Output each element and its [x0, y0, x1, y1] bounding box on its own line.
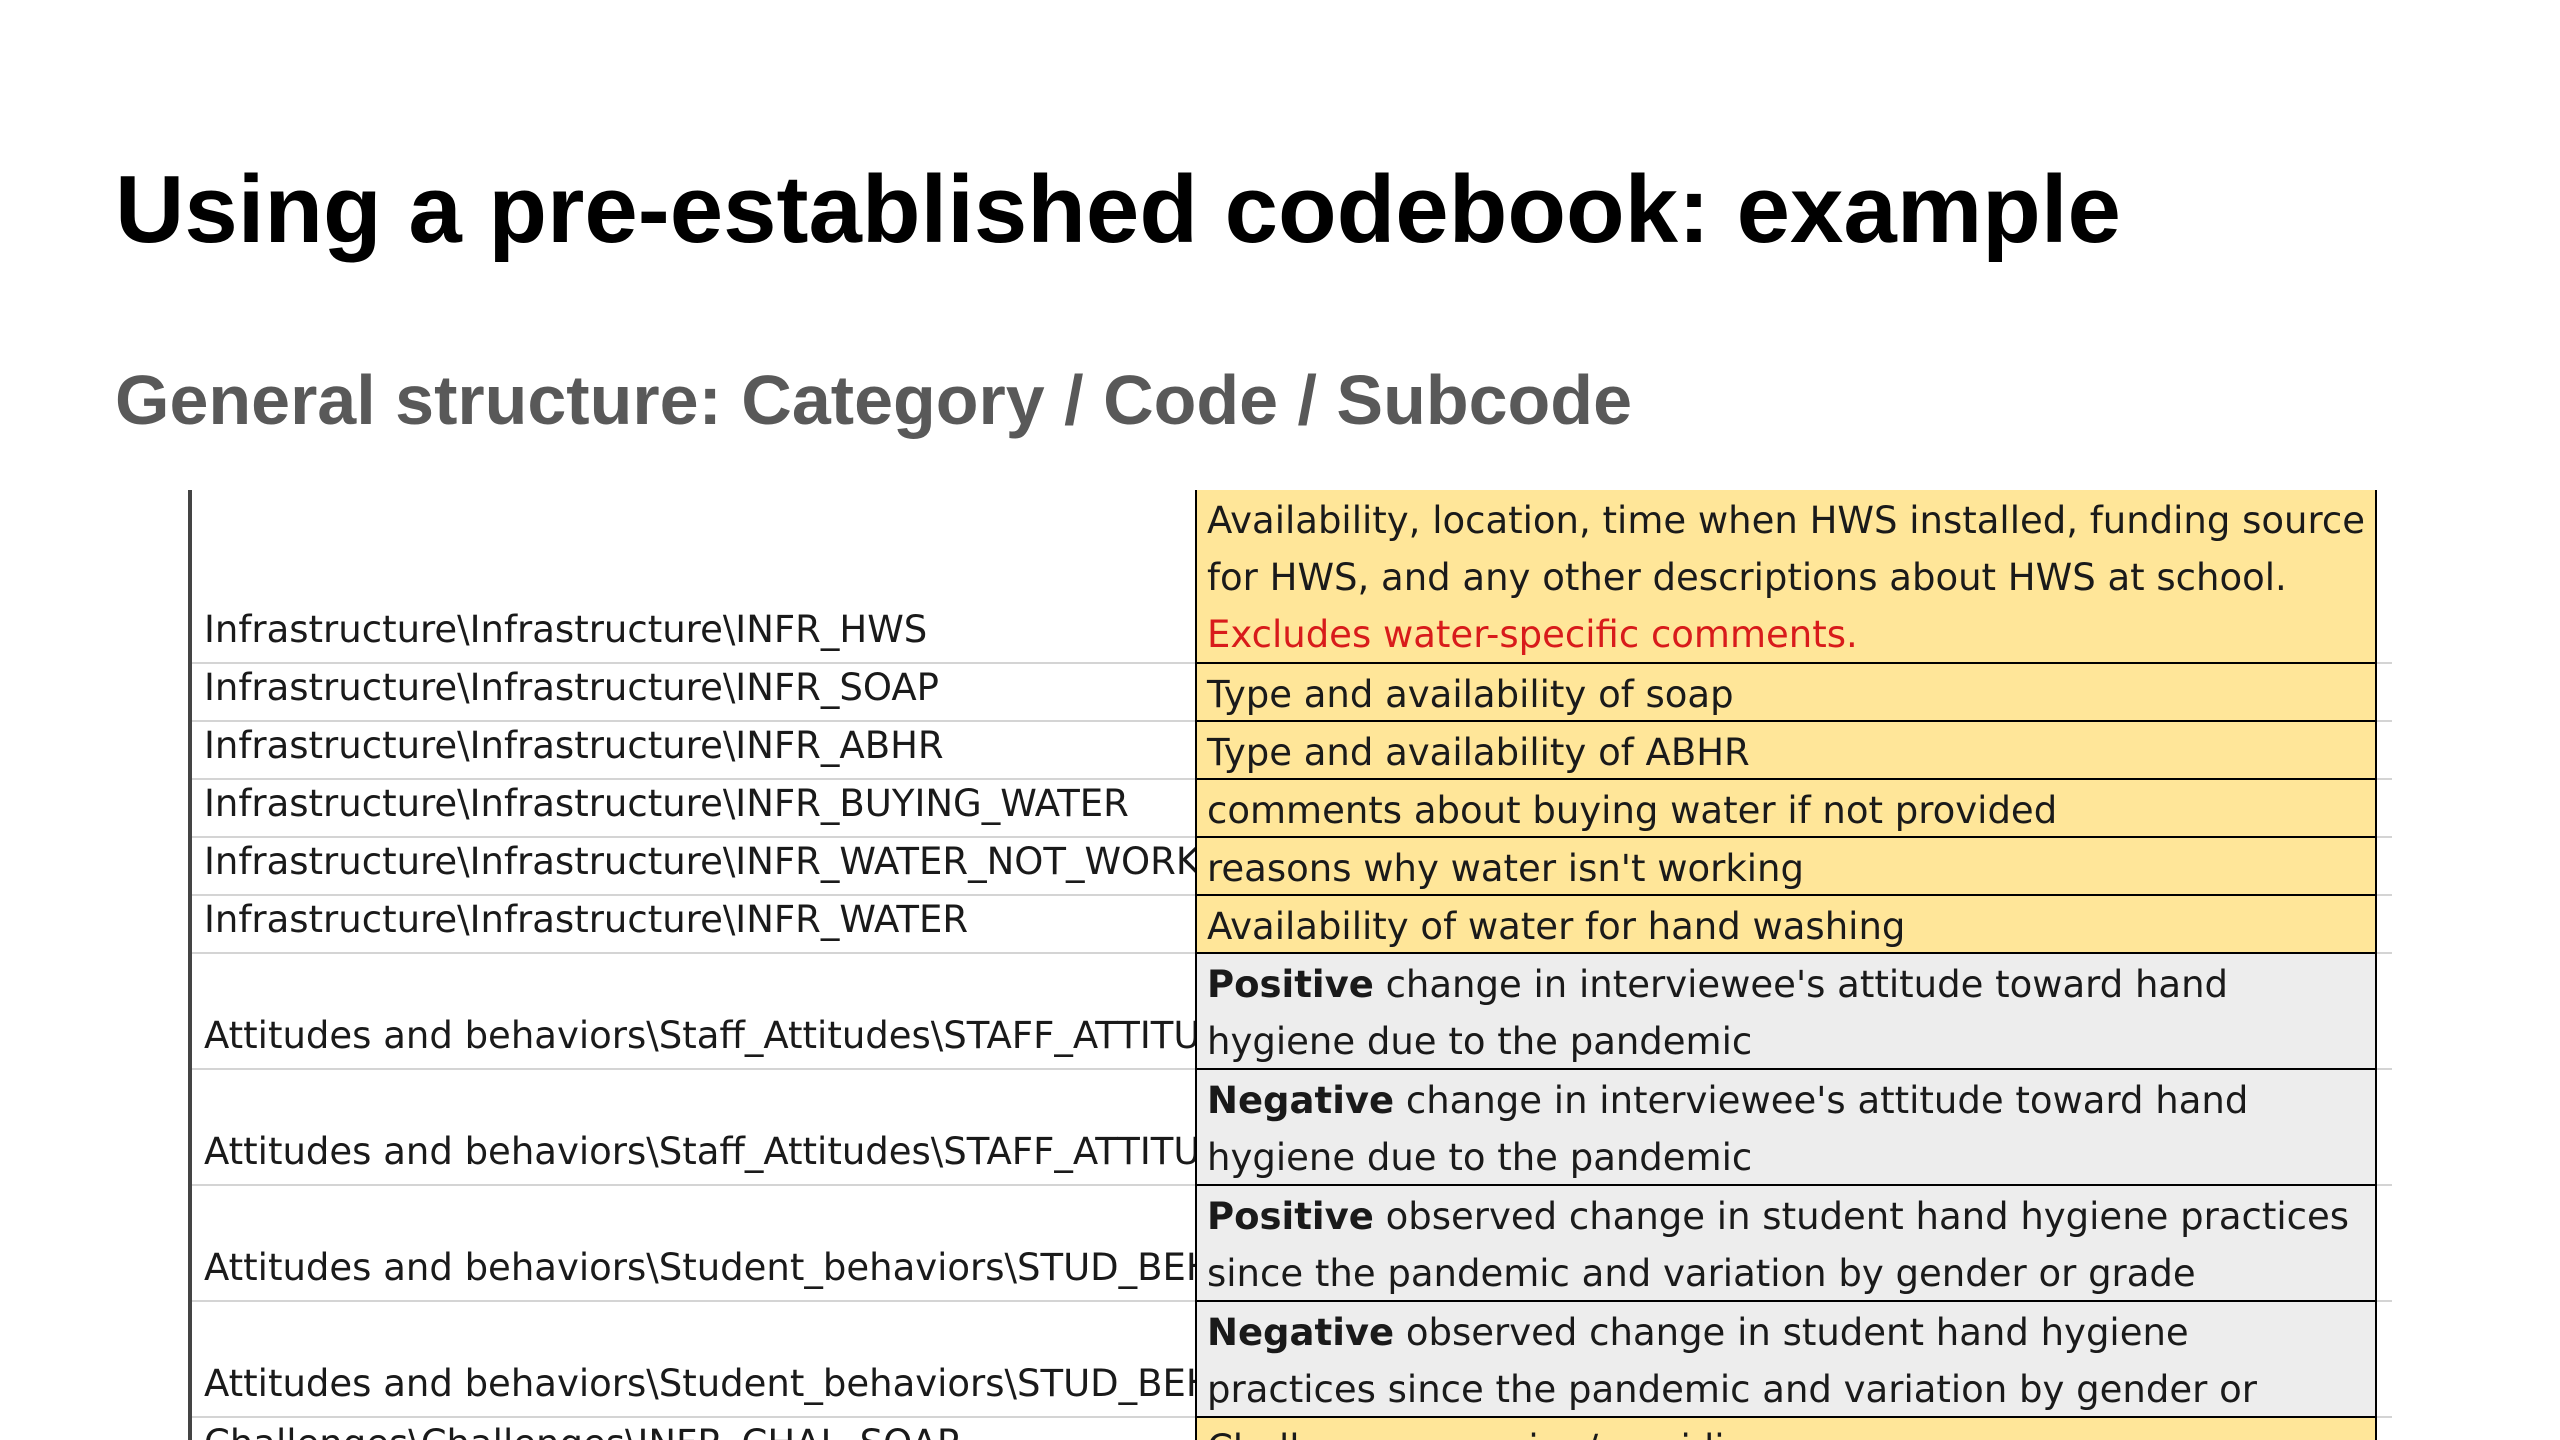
- code-path: Challenges\Challenges\INFR_CHAL_SOAP: [204, 1418, 959, 1440]
- code-path-cell: Infrastructure\Infrastructure\INFR_SOAP: [192, 664, 1195, 722]
- code-description-cell: Type and availability of soap: [1195, 662, 2377, 722]
- code-description-cell: Challenge accessing/providing soap: [1195, 1416, 2377, 1440]
- code-path: Infrastructure\Infrastructure\INFR_BUYIN…: [204, 782, 1129, 825]
- code-description-cell: Availability of water for hand washing: [1195, 894, 2377, 954]
- code-description: Type and availability of ABHR: [1207, 731, 1750, 774]
- code-description: Type and availability of soap: [1207, 673, 1734, 716]
- code-path: Attitudes and behaviors\Staff_Attitudes\…: [204, 1130, 1195, 1173]
- code-description: Availability of water for hand washing: [1207, 905, 1906, 948]
- table-row: Attitudes and behaviors\Student_behavior…: [188, 1184, 2392, 1302]
- code-description-cell: reasons why water isn't working: [1195, 836, 2377, 896]
- code-path-cell: Infrastructure\Infrastructure\INFR_ABHR: [192, 722, 1195, 780]
- direction-keyword: Positive: [1207, 1195, 1374, 1238]
- gridline: [2377, 1070, 2392, 1186]
- direction-keyword: Positive: [1207, 963, 1374, 1006]
- table-row: Attitudes and behaviors\Student_behavior…: [188, 1300, 2392, 1418]
- gridline: [2377, 1302, 2392, 1418]
- gridline: [2377, 954, 2392, 1070]
- gridline: [2377, 722, 2392, 780]
- code-description: Availability, location, time when HWS in…: [1207, 499, 2366, 599]
- gridline: [2377, 1418, 2392, 1440]
- slide-title: Using a pre-established codebook: exampl…: [115, 156, 2121, 263]
- code-description-cell: Availability, location, time when HWS in…: [1195, 490, 2377, 664]
- code-path: Infrastructure\Infrastructure\INFR_ABHR: [204, 724, 944, 767]
- direction-keyword: Negative: [1207, 1311, 1395, 1354]
- table-row: Infrastructure\Infrastructure\INFR_BUYIN…: [188, 778, 2392, 838]
- code-description-cell: Positive change in interviewee's attitud…: [1195, 952, 2377, 1070]
- code-path: Infrastructure\Infrastructure\INFR_WATER…: [204, 840, 1195, 883]
- code-description-cell: Negative change in interviewee's attitud…: [1195, 1068, 2377, 1186]
- code-description: Challenge accessing/providing soap: [1207, 1427, 1871, 1440]
- code-path-cell: Infrastructure\Infrastructure\INFR_WATER: [192, 896, 1195, 954]
- table-row: Attitudes and behaviors\Staff_Attitudes\…: [188, 952, 2392, 1070]
- table-row: Challenges\Challenges\INFR_CHAL_SOAP Chal…: [188, 1416, 2392, 1440]
- gridline: [2377, 838, 2392, 896]
- code-path-cell: Attitudes and behaviors\Staff_Attitudes\…: [192, 954, 1195, 1070]
- code-path: Attitudes and behaviors\Student_behavior…: [204, 1246, 1195, 1289]
- table-row: Attitudes and behaviors\Staff_Attitudes\…: [188, 1068, 2392, 1186]
- slide-subtitle: General structure: Category / Code / Sub…: [115, 361, 1632, 439]
- table-row: Infrastructure\Infrastructure\INFR_WATER…: [188, 836, 2392, 896]
- code-path: Infrastructure\Infrastructure\INFR_HWS: [204, 608, 928, 651]
- table-row: Infrastructure\Infrastructure\INFR_WATER…: [188, 894, 2392, 954]
- code-path: Infrastructure\Infrastructure\INFR_WATER: [204, 898, 969, 941]
- code-path: Attitudes and behaviors\Student_behavior…: [204, 1362, 1195, 1405]
- code-path-cell: Attitudes and behaviors\Staff_Attitudes\…: [192, 1070, 1195, 1186]
- gridline: [2377, 490, 2392, 664]
- code-path-cell: Infrastructure\Infrastructure\INFR_WATER…: [192, 838, 1195, 896]
- code-path-cell: Challenges\Challenges\INFR_CHAL_SOAP: [192, 1418, 1195, 1440]
- code-path-cell: Attitudes and behaviors\Student_behavior…: [192, 1186, 1195, 1302]
- code-description: observed change in student hand hygiene …: [1207, 1195, 2350, 1295]
- gridline: [2377, 1186, 2392, 1302]
- gridline: [2377, 896, 2392, 954]
- code-description-cell: comments about buying water if not provi…: [1195, 778, 2377, 838]
- table-row: Infrastructure\Infrastructure\INFR_ABHR T…: [188, 720, 2392, 780]
- direction-keyword: Negative: [1207, 1079, 1395, 1122]
- table-row: Infrastructure\Infrastructure\INFR_SOAP T…: [188, 662, 2392, 722]
- code-description: reasons why water isn't working: [1207, 847, 1804, 890]
- code-description-cell: Type and availability of ABHR: [1195, 720, 2377, 780]
- code-path: Attitudes and behaviors\Staff_Attitudes\…: [204, 1014, 1195, 1057]
- code-path-cell: Infrastructure\Infrastructure\INFR_BUYIN…: [192, 780, 1195, 838]
- code-description-cell: Positive observed change in student hand…: [1195, 1184, 2377, 1302]
- gridline: [2377, 664, 2392, 722]
- code-path-cell: Infrastructure\Infrastructure\INFR_HWS: [192, 490, 1195, 664]
- exclusion-note: Excludes water-specific comments.: [1207, 613, 1858, 656]
- code-path-cell: Attitudes and behaviors\Student_behavior…: [192, 1302, 1195, 1418]
- codebook-table: Infrastructure\Infrastructure\INFR_HWS Av…: [188, 490, 2392, 1440]
- table-row: Infrastructure\Infrastructure\INFR_HWS Av…: [188, 490, 2392, 664]
- code-path: Infrastructure\Infrastructure\INFR_SOAP: [204, 666, 939, 709]
- gridline: [2377, 780, 2392, 838]
- code-description: comments about buying water if not provi…: [1207, 789, 2058, 832]
- code-description-cell: Negative observed change in student hand…: [1195, 1300, 2377, 1418]
